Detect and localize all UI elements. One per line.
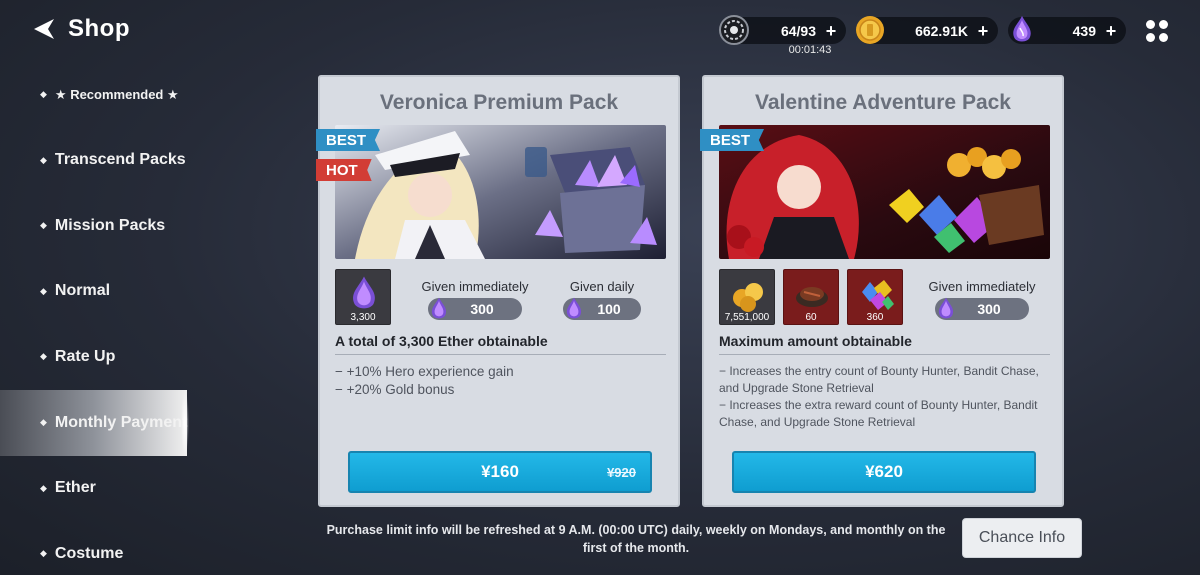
given-daily-pill: 100 (563, 297, 641, 320)
sidebar-item-mission-packs[interactable]: ◆ Mission Packs (0, 193, 190, 259)
obtain-text: A total of 3,300 Ether obtainable (335, 333, 548, 349)
sidebar-item-costume[interactable]: ◆ Costume (0, 521, 190, 575)
given-immediately-value: 300 (977, 301, 1001, 317)
price: ¥620 (865, 462, 903, 481)
gems-icon (862, 280, 894, 310)
pack-title: Veronica Premium Pack (379, 91, 619, 114)
stamina-plus-button[interactable]: + (822, 22, 840, 40)
sidebar-item-label: Mission Packs (54, 216, 166, 234)
ether-crystal-icon (938, 297, 954, 319)
reward-qty: 3,300 (350, 312, 376, 323)
sidebar-item-label: Monthly Payment (54, 413, 188, 431)
obtain-text: Maximum amount obtainable (719, 333, 912, 349)
reward-qty: 360 (866, 312, 884, 323)
given-immediately-pill: 300 (935, 297, 1029, 320)
sidebar: ◆ ★ Recommended ★ ◆ Transcend Packs ◆ Missi… (0, 62, 190, 575)
sidebar-item-transcend-packs[interactable]: ◆ Transcend Packs (0, 128, 190, 194)
desc-line: − +20% Gold bonus (335, 382, 455, 397)
ether-crystal-icon (431, 297, 447, 319)
pack-title: Valentine Adventure Pack (755, 91, 1011, 114)
reward-qty: 60 (805, 312, 817, 323)
header: Shop (30, 12, 130, 46)
reward-item-gold[interactable]: 7,551,000 (719, 269, 775, 325)
sidebar-item-label: Rate Up (54, 347, 116, 365)
sidebar-item-label: Normal (54, 282, 111, 300)
steak-icon (796, 287, 828, 307)
sidebar-item-rate-up[interactable]: ◆ Rate Up (0, 324, 190, 390)
pack-description: − Increases the entry count of Bounty Hu… (719, 363, 1051, 431)
hot-tag: HOT (316, 159, 372, 181)
given-immediately-label: Given immediately (928, 279, 1036, 294)
purchase-limit-note: Purchase limit info will be refreshed at… (326, 523, 946, 555)
given-immediately: Given immediately 300 (415, 279, 535, 320)
stamina-timer: 00:01:43 (788, 44, 832, 56)
desc-line: − Increases the extra reward count of Bo… (719, 398, 1038, 429)
buy-button[interactable]: ¥620 (732, 451, 1036, 493)
stamina-icon (719, 15, 749, 45)
pack-card-valentine[interactable]: Valentine Adventure Pack BEST 7,551,000 … (700, 75, 1064, 507)
given-immediately-label: Given immediately (421, 279, 529, 294)
divider (335, 354, 666, 355)
sidebar-item-label: Ether (54, 479, 96, 497)
pack-banner-image (719, 125, 1050, 259)
stamina-counter: 64/93 + (719, 15, 846, 45)
price: ¥160 (481, 462, 519, 481)
given-daily-value: 100 (597, 301, 621, 317)
sidebar-item-label: Costume (54, 544, 124, 562)
given-immediately-pill: 300 (428, 297, 522, 320)
reward-item-ether[interactable]: 3,300 (335, 269, 391, 325)
given-immediately-value: 300 (470, 301, 494, 317)
reward-qty: 7,551,000 (724, 312, 770, 323)
sidebar-item-recommended[interactable]: ◆ ★ Recommended ★ (0, 62, 190, 128)
menu-grid-icon[interactable] (1146, 20, 1168, 42)
page-title: Shop (68, 15, 130, 42)
pack-banner-image (335, 125, 666, 259)
gold-plus-button[interactable]: + (974, 22, 992, 40)
given-daily-label: Given daily (569, 279, 635, 294)
ether-counter: 439 + (1008, 16, 1126, 44)
sidebar-item-normal[interactable]: ◆ Normal (0, 259, 190, 325)
chance-info-button[interactable]: Chance Info (962, 518, 1082, 558)
desc-line: − +10% Hero experience gain (335, 364, 514, 379)
given-daily: Given daily 100 (547, 279, 657, 320)
back-arrow-icon[interactable] (30, 15, 58, 43)
desc-line: − Increases the entry count of Bounty Hu… (719, 364, 1039, 395)
sidebar-item-monthly-payment[interactable]: ◆ Monthly Payment (0, 389, 189, 456)
buy-button[interactable]: ¥160 ¥920 (348, 451, 652, 493)
ether-plus-button[interactable]: + (1102, 22, 1120, 40)
sidebar-item-ether[interactable]: ◆ Ether (0, 456, 190, 522)
pack-card-veronica[interactable]: Veronica Premium Pack BEST HOT 3,300 Giv… (316, 75, 680, 507)
gold-coins-icon (733, 283, 763, 312)
gold-coin-icon (856, 16, 884, 44)
original-price: ¥920 (607, 464, 636, 480)
divider (719, 354, 1050, 355)
ether-crystal-icon (353, 276, 375, 309)
ether-crystal-icon (566, 297, 582, 319)
best-tag: BEST (700, 129, 765, 151)
reward-item-gems[interactable]: 360 (847, 269, 903, 325)
gold-counter: 662.91K + (856, 16, 998, 44)
ether-crystal-icon (1013, 16, 1031, 42)
given-immediately: Given immediately 300 (922, 279, 1042, 320)
sidebar-item-label: ★ Recommended ★ (54, 86, 179, 102)
sidebar-item-label: Transcend Packs (54, 151, 186, 169)
best-tag: BEST (316, 129, 381, 151)
reward-item-steak[interactable]: 60 (783, 269, 839, 325)
pack-description: − +10% Hero experience gain − +20% Gold … (335, 363, 667, 399)
